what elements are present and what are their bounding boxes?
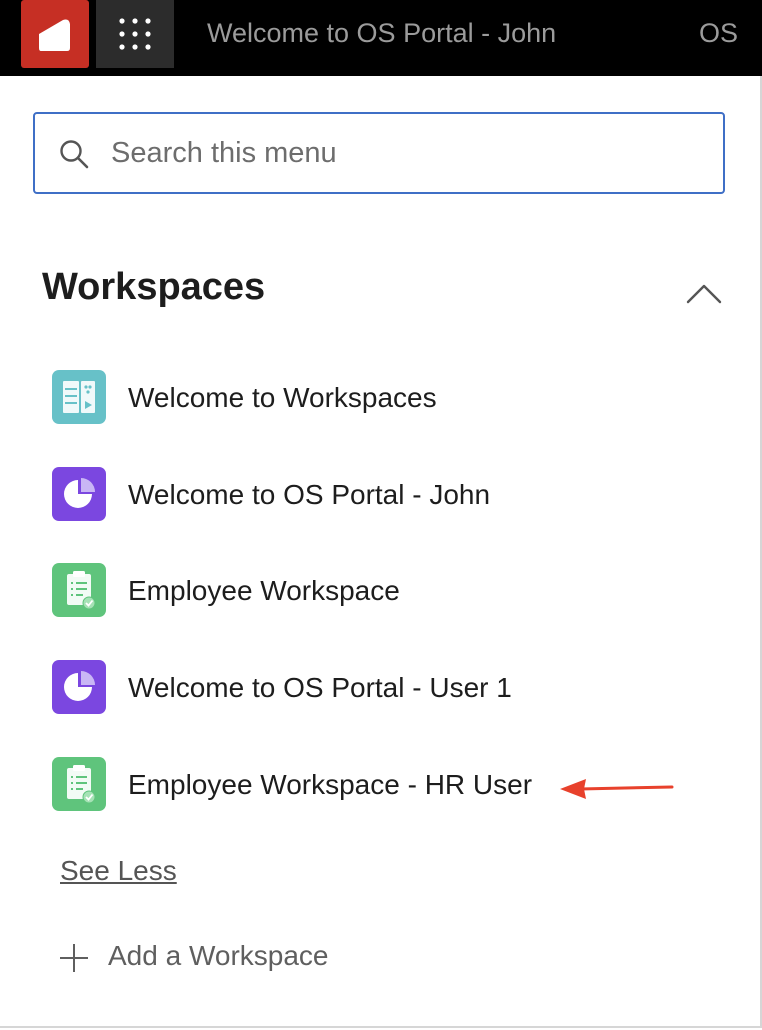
workspace-item-welcome-to-workspaces[interactable]: Welcome to Workspaces [52, 370, 712, 426]
user-avatar-initials[interactable]: OS [699, 18, 738, 49]
workspace-item-employee-workspace[interactable]: Employee Workspace [52, 563, 712, 619]
page-title: Welcome to OS Portal - John [207, 18, 557, 48]
clipboard-check-icon [52, 757, 106, 811]
workspace-layout-icon [52, 370, 106, 424]
see-less-link[interactable]: See Less [60, 855, 177, 887]
workspace-item-welcome-to-os-portal-user-1[interactable]: Welcome to OS Portal - User 1 [52, 660, 712, 716]
portal-logo-icon [39, 19, 70, 51]
clipboard-check-icon [52, 563, 106, 617]
app-launcher-button[interactable] [96, 0, 174, 68]
search-input[interactable] [111, 132, 691, 174]
pie-chart-icon [52, 467, 106, 521]
portal-logo-button[interactable] [21, 0, 89, 68]
collapse-workspaces-button[interactable] [682, 276, 726, 310]
workspace-item-label: Welcome to OS Portal - User 1 [128, 672, 512, 703]
add-workspace-label: Add a Workspace [108, 940, 329, 971]
plus-icon [60, 944, 88, 972]
workspaces-heading: Workspaces [42, 266, 266, 308]
workspace-item-label: Welcome to Workspaces [128, 382, 437, 413]
search-icon [60, 140, 89, 169]
workspace-item-label: Employee Workspace [128, 575, 400, 606]
search-box[interactable] [33, 112, 725, 194]
top-bar: Welcome to OS Portal - John OS [0, 0, 762, 76]
workspace-item-label: Welcome to OS Portal - John [128, 479, 491, 510]
red-arrow-icon [560, 779, 674, 799]
workspace-item-welcome-to-os-portal-john[interactable]: Welcome to OS Portal - John [52, 467, 712, 523]
app-launcher-grid-icon [119, 18, 151, 50]
add-workspace-button[interactable]: Add a Workspace [58, 938, 358, 978]
workspace-item-label: Employee Workspace - HR User [128, 769, 533, 800]
chevron-up-icon [686, 284, 722, 304]
pie-chart-icon [52, 660, 106, 714]
